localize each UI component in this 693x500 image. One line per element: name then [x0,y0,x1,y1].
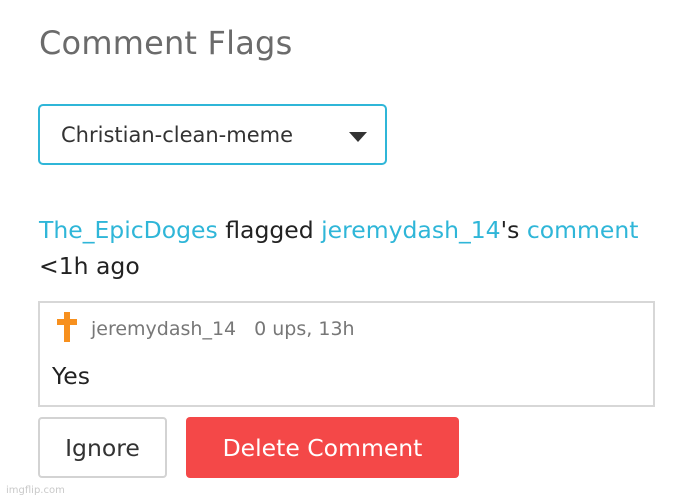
delete-comment-button[interactable]: Delete Comment [186,417,459,478]
possessive-text: 's [500,216,527,244]
comment-meta: jeremydash_14 0 ups, 13h [91,318,355,340]
flag-time: <1h ago [39,252,140,280]
cross-icon [57,312,77,342]
comment-text: Yes [52,362,90,390]
chevron-down-icon [349,132,367,142]
comment-stats: 0 ups, 13h [254,318,355,340]
stream-filter-value: Christian-clean-meme [61,123,294,147]
comment-author[interactable]: jeremydash_14 [91,318,236,340]
flagger-link[interactable]: The_EpicDoges [39,216,218,244]
watermark: imgflip.com [6,485,65,496]
flag-action-text: flagged [217,216,322,244]
stream-filter-select[interactable]: Christian-clean-meme [38,104,387,165]
comment-link[interactable]: comment [527,216,639,244]
flagged-comment: jeremydash_14 0 ups, 13h Yes [38,301,655,407]
ignore-button[interactable]: Ignore [38,417,167,478]
flag-summary: The_EpicDoges flagged jeremydash_14's co… [39,212,659,284]
flagged-user-link[interactable]: jeremydash_14 [321,216,501,244]
page-title: Comment Flags [39,24,293,62]
